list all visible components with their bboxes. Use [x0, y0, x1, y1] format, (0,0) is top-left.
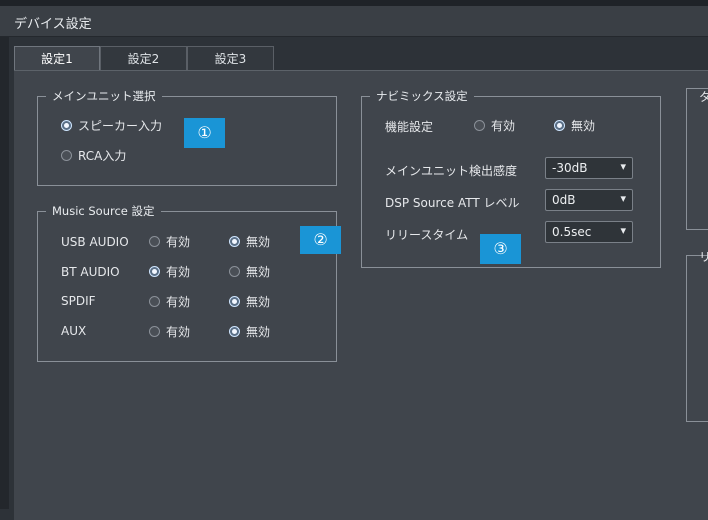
- enable-label: 有効: [166, 295, 191, 309]
- function-setting-label: 機能設定: [385, 120, 434, 134]
- release-time-select[interactable]: 0.5sec ▾: [545, 221, 633, 243]
- source-spdif-label: SPDIF: [61, 294, 96, 308]
- spdif-disable-radio[interactable]: 無効: [229, 293, 270, 310]
- disable-label: 無効: [246, 265, 271, 279]
- bt-audio-disable-radio[interactable]: 無効: [229, 263, 270, 280]
- radio-selected-icon: [229, 236, 240, 247]
- radio-unselected-icon: [149, 236, 160, 247]
- aux-disable-radio[interactable]: 無効: [229, 323, 270, 340]
- chevron-down-icon: ▾: [620, 192, 626, 205]
- detection-sensitivity-select[interactable]: -30dB ▾: [545, 157, 633, 179]
- title-bar: デバイス設定: [0, 6, 708, 37]
- release-time-label: リリースタイム: [385, 228, 469, 242]
- chevron-down-icon: ▾: [620, 160, 626, 173]
- chevron-down-icon: ▾: [620, 224, 626, 237]
- disable-label: 無効: [246, 325, 271, 339]
- enable-label: 有効: [166, 235, 191, 249]
- callout-badge-2: ②: [300, 226, 341, 254]
- navimix-enable-radio[interactable]: 有効: [474, 117, 515, 134]
- radio-unselected-icon: [474, 120, 485, 131]
- detection-sensitivity-value: -30dB: [552, 161, 588, 175]
- navimix-legend: ナビミックス設定: [376, 89, 468, 103]
- dsp-att-level-label: DSP Source ATT レベル: [385, 196, 520, 210]
- spdif-enable-radio[interactable]: 有効: [149, 293, 190, 310]
- source-usb-audio-label: USB AUDIO: [61, 235, 129, 249]
- rca-input-radio[interactable]: RCA入力: [61, 147, 126, 164]
- rca-input-label: RCA入力: [78, 149, 127, 163]
- radio-selected-icon: [229, 326, 240, 337]
- radio-selected-icon: [554, 120, 565, 131]
- callout-badge-1: ①: [184, 118, 225, 148]
- partial-right-group-bottom: [686, 255, 708, 422]
- navimix-disable-radio[interactable]: 無効: [554, 117, 595, 134]
- bt-audio-enable-radio[interactable]: 有効: [149, 263, 190, 280]
- radio-unselected-icon: [149, 296, 160, 307]
- window-title: デバイス設定: [14, 17, 92, 32]
- callout-badge-3: ③: [480, 234, 521, 264]
- release-time-value: 0.5sec: [552, 225, 592, 239]
- dsp-att-level-select[interactable]: 0dB ▾: [545, 189, 633, 211]
- left-edge-strip: [0, 37, 9, 509]
- partial-right-top-legend: タ: [699, 90, 708, 104]
- partial-right-group-top: [686, 88, 708, 230]
- enable-label: 有効: [166, 325, 191, 339]
- dsp-att-level-value: 0dB: [552, 193, 576, 207]
- radio-unselected-icon: [229, 266, 240, 277]
- disable-label: 無効: [571, 119, 596, 133]
- radio-unselected-icon: [149, 326, 160, 337]
- radio-selected-icon: [149, 266, 160, 277]
- speaker-input-radio[interactable]: スピーカー入力: [61, 117, 162, 134]
- main-unit-legend: メインユニット選択: [52, 89, 156, 103]
- radio-selected-icon: [229, 296, 240, 307]
- tab-settings-3[interactable]: 設定3: [187, 46, 274, 70]
- radio-selected-icon: [61, 120, 72, 131]
- usb-audio-enable-radio[interactable]: 有効: [149, 233, 190, 250]
- partial-right-bottom-legend: リ: [699, 250, 708, 264]
- detection-sensitivity-label: メインユニット検出感度: [385, 164, 518, 178]
- aux-enable-radio[interactable]: 有効: [149, 323, 190, 340]
- enable-label: 有効: [166, 265, 191, 279]
- speaker-input-label: スピーカー入力: [78, 119, 163, 133]
- tab-settings-2[interactable]: 設定2: [100, 46, 187, 70]
- disable-label: 無効: [246, 295, 271, 309]
- tab-settings-1[interactable]: 設定1: [14, 46, 100, 70]
- radio-unselected-icon: [61, 150, 72, 161]
- source-bt-audio-label: BT AUDIO: [61, 265, 120, 279]
- enable-label: 有効: [491, 119, 516, 133]
- music-source-legend: Music Source 設定: [52, 204, 155, 218]
- disable-label: 無効: [246, 235, 271, 249]
- source-aux-label: AUX: [61, 324, 87, 338]
- usb-audio-disable-radio[interactable]: 無効: [229, 233, 270, 250]
